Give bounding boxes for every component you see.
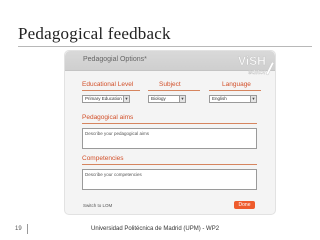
chevron-down-icon: ▼ xyxy=(123,96,129,102)
page-number: 19 xyxy=(15,226,22,232)
educational-level-value: Primary Education xyxy=(85,96,122,101)
language-label: Language xyxy=(222,81,251,88)
pedagogical-aims-rule xyxy=(82,123,257,124)
subject-value: Biology xyxy=(151,96,166,101)
done-button[interactable]: Done xyxy=(234,201,255,209)
subject-select[interactable]: Biology ▼ xyxy=(148,95,186,103)
language-select[interactable]: English ▼ xyxy=(209,95,257,103)
subject-rule xyxy=(148,90,200,91)
slide-title: Pedagogical feedback xyxy=(18,24,171,43)
competencies-label: Competencies xyxy=(82,155,124,162)
competencies-textarea[interactable]: Describe your competencies xyxy=(82,169,257,190)
language-rule xyxy=(209,90,261,91)
pedagogical-aims-label: Pedagogical aims xyxy=(82,114,134,121)
logo-text-editor: editor xyxy=(248,69,267,76)
page-number-divider xyxy=(27,224,28,234)
educational-level-select[interactable]: Primary Education ▼ xyxy=(82,95,130,103)
logo-text-vish: ViSH xyxy=(238,54,266,68)
panel-title: Pedagogial Options* xyxy=(83,56,147,63)
competencies-rule xyxy=(82,164,257,165)
title-divider xyxy=(18,46,312,47)
slide-footer: Universidad Politécnica de Madrid (UPM) … xyxy=(91,226,220,232)
pedagogical-aims-textarea[interactable]: Describe your pedagogical aims xyxy=(82,128,257,149)
educational-level-rule xyxy=(82,90,140,91)
vish-editor-logo: ViSH editor xyxy=(238,54,274,76)
language-value: English xyxy=(212,96,227,101)
educational-level-label: Educational Level xyxy=(82,81,134,88)
switch-to-lom-link[interactable]: Switch to LOM xyxy=(83,203,112,208)
pencil-icon xyxy=(265,61,274,76)
chevron-down-icon: ▼ xyxy=(179,96,185,102)
chevron-down-icon: ▼ xyxy=(250,96,256,102)
subject-label: Subject xyxy=(159,81,181,88)
pedagogical-options-panel: Pedagogial Options* ViSH editor Educatio… xyxy=(64,50,276,215)
